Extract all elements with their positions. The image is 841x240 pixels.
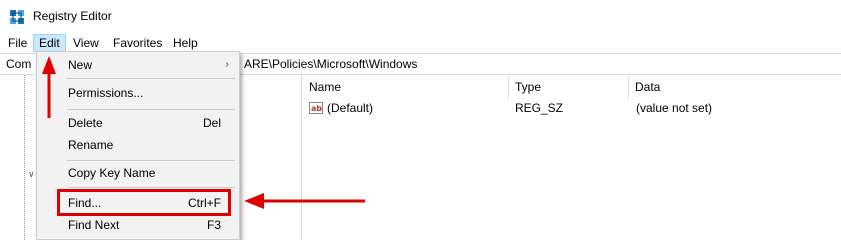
- delete-shortcut: Del: [202, 116, 221, 130]
- window-title: Registry Editor: [33, 9, 112, 23]
- menu-item-new-label: New: [68, 58, 93, 72]
- menu-item-permissions[interactable]: Permissions...: [37, 82, 239, 104]
- menu-item-rename-label: Rename: [68, 138, 114, 152]
- address-path-start: Com: [6, 57, 32, 71]
- regedit-app-icon: [10, 10, 24, 24]
- menu-bar: File Edit View Favorites Help: [0, 32, 841, 52]
- title-bar: Registry Editor: [0, 0, 841, 32]
- menu-item-permissions-label: Permissions...: [68, 86, 144, 100]
- svg-text:ab: ab: [311, 104, 322, 113]
- menu-item-copy-key-name-label: Copy Key Name: [68, 166, 156, 180]
- menu-file[interactable]: File: [3, 34, 32, 52]
- menu-separator: [67, 160, 235, 161]
- find-highlight-box: [57, 189, 231, 216]
- menu-edit[interactable]: Edit: [33, 34, 66, 52]
- value-data: (value not set): [636, 101, 713, 115]
- address-path-end: ARE\Policies\Microsoft\Windows: [244, 57, 418, 71]
- values-list-pane[interactable]: Name Type Data ab (Default) REG_SZ (valu…: [303, 75, 841, 240]
- menu-favorites[interactable]: Favorites: [108, 34, 167, 52]
- value-name: (Default): [327, 101, 374, 115]
- column-header-data[interactable]: Data: [629, 75, 841, 99]
- string-value-ab-icon: ab: [309, 102, 323, 114]
- menu-item-copy-key-name[interactable]: Copy Key Name: [37, 162, 239, 184]
- column-header-name[interactable]: Name: [303, 75, 509, 99]
- menu-item-delete-label: Delete: [68, 116, 103, 130]
- tree-expander-icon[interactable]: ∨: [28, 169, 35, 180]
- menu-item-delete[interactable]: Delete Del: [37, 112, 239, 134]
- menu-item-find-next[interactable]: Find Next F3: [37, 214, 239, 236]
- menu-separator: [67, 78, 235, 79]
- menu-view[interactable]: View: [68, 34, 104, 52]
- menu-help[interactable]: Help: [168, 34, 203, 52]
- menu-item-rename[interactable]: Rename: [37, 134, 239, 156]
- column-header-type[interactable]: Type: [509, 75, 629, 99]
- menu-separator: [67, 187, 235, 188]
- table-row[interactable]: ab (Default) REG_SZ (value not set): [303, 100, 841, 118]
- value-type: REG_SZ: [515, 101, 564, 115]
- menu-item-find-next-label: Find Next: [68, 218, 120, 232]
- find-next-shortcut: F3: [206, 218, 221, 232]
- tree-connector-line: [24, 75, 25, 240]
- submenu-arrow-icon: ›: [225, 59, 229, 70]
- menu-separator: [67, 109, 235, 110]
- menu-item-new[interactable]: New ›: [37, 54, 239, 76]
